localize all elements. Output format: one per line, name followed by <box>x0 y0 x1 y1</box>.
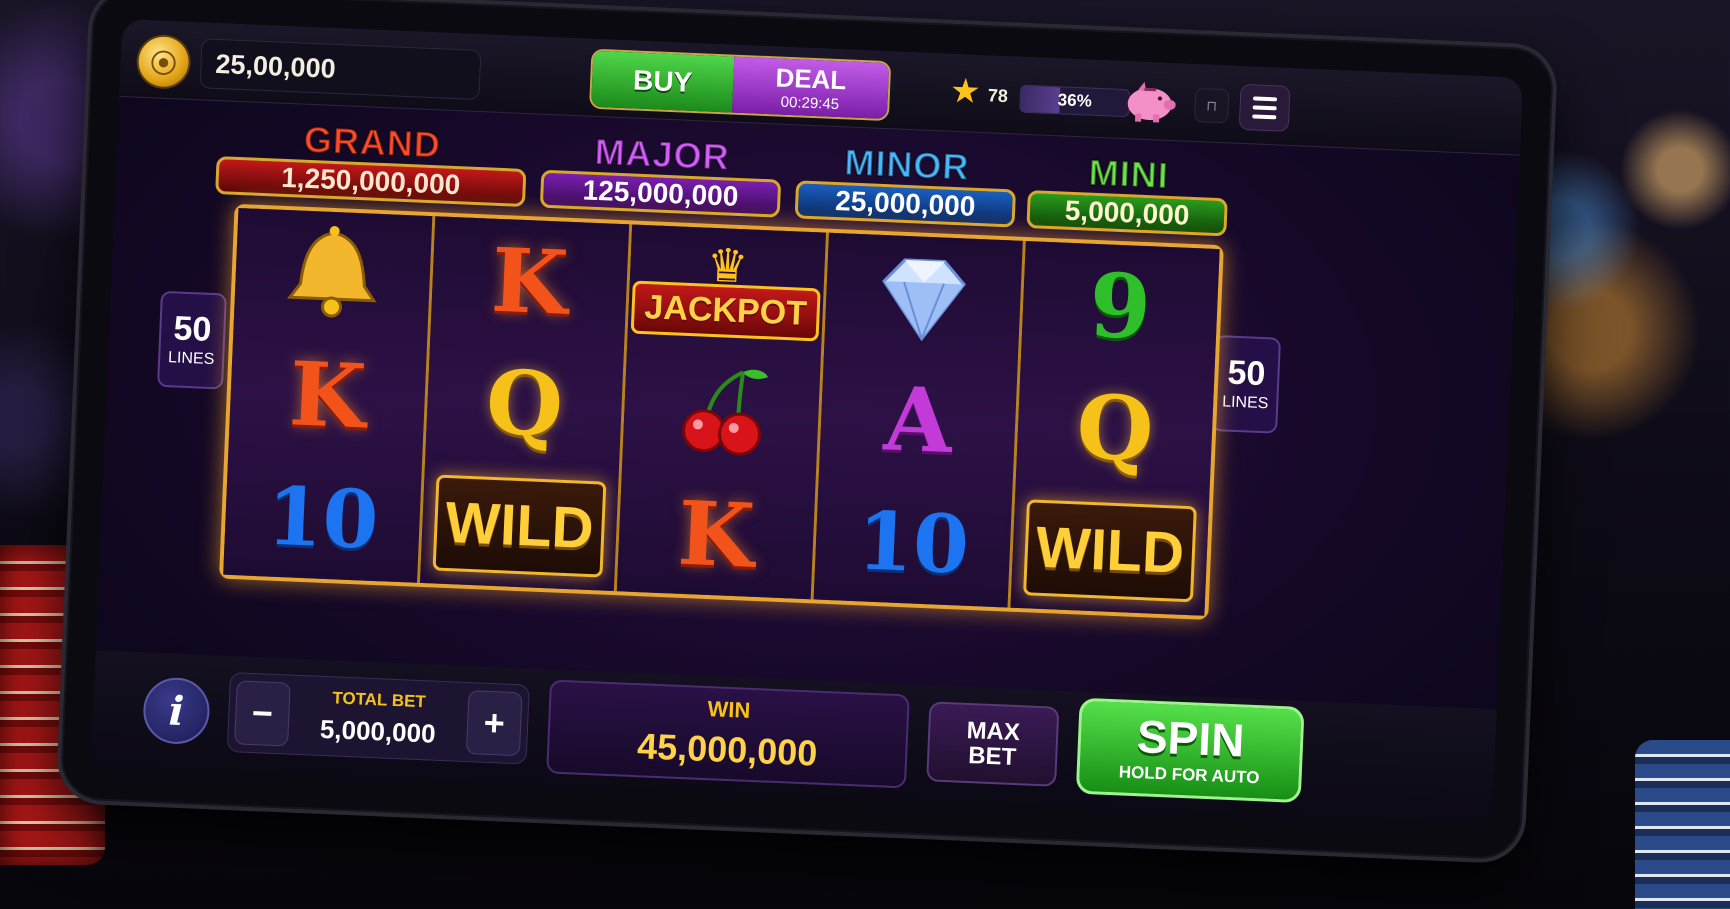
hamburger-menu-icon[interactable] <box>1238 83 1291 132</box>
win-display: WIN 45,000,000 <box>546 679 910 789</box>
reel-cell: Q <box>425 338 624 468</box>
symbol-wild: WILD <box>432 474 607 578</box>
small-settings-button[interactable]: ⊓ <box>1193 87 1230 124</box>
reel-cell: 9 <box>1021 241 1220 371</box>
reel-cell: 10 <box>814 477 1013 607</box>
max-bet-button[interactable]: MAX BET <box>926 701 1060 787</box>
slot-game-screen: ⦿ 25,00,000 BUY DEAL 00:29:45 ★ 78 36% ⊓… <box>90 18 1524 830</box>
reel-5: 9 Q WILD <box>1010 241 1220 616</box>
symbol-10: 10 <box>855 493 971 592</box>
level-progress-text: 36% <box>1057 90 1093 111</box>
reel-cell <box>622 347 821 477</box>
max-bet-label-line2: BET <box>967 742 1017 772</box>
star-icon: ★ <box>949 71 982 111</box>
jackpot-major-title: MAJOR <box>593 130 732 179</box>
total-bet-control: − TOTAL BET 5,000,000 + <box>226 672 530 765</box>
reel-cell: Q <box>1016 363 1215 493</box>
decrease-bet-button[interactable]: − <box>234 680 291 747</box>
casino-chips-stack-right <box>1635 740 1730 909</box>
total-bet-value: 5,000,000 <box>319 713 437 749</box>
reel-cell: 10 <box>223 452 422 582</box>
info-button[interactable]: i <box>142 676 211 746</box>
total-bet-label: TOTAL BET <box>331 687 427 711</box>
symbol-q: Q <box>1074 374 1156 482</box>
symbol-k: K <box>489 227 571 335</box>
jackpot-grand-value: 1,250,000,000 <box>215 156 527 207</box>
lines-label: LINES <box>167 349 215 369</box>
crown-icon: ♛ <box>705 238 750 293</box>
reel-cell: A <box>819 355 1018 485</box>
symbol-jackpot: ♛ JACKPOT <box>630 238 822 342</box>
reel-cell: K <box>430 216 629 346</box>
tablet-device: ⦿ 25,00,000 BUY DEAL 00:29:45 ★ 78 36% ⊓… <box>55 0 1559 865</box>
jackpot-mini-value: 5,000,000 <box>1026 190 1228 237</box>
symbol-10: 10 <box>265 468 381 567</box>
jackpot-minor-value: 25,000,000 <box>794 180 1017 228</box>
reel-cell <box>233 208 432 338</box>
star-count: 78 <box>987 85 1009 107</box>
win-value: 45,000,000 <box>636 725 819 774</box>
reel-cell: ♛ JACKPOT <box>627 225 826 355</box>
reel-cell: K <box>617 469 816 599</box>
jackpot-major: MAJOR 125,000,000 <box>539 130 783 218</box>
coin-icon: ⦿ <box>137 35 190 88</box>
spin-button[interactable]: SPIN HOLD FOR AUTO <box>1075 697 1305 804</box>
jackpot-symbol-label: JACKPOT <box>630 280 821 342</box>
diamond-icon <box>882 258 966 342</box>
win-label: WIN <box>707 696 751 723</box>
reel-cell: WILD <box>1010 485 1209 615</box>
buy-button[interactable]: BUY <box>591 50 735 113</box>
total-bet-display: TOTAL BET 5,000,000 <box>294 686 462 750</box>
increase-bet-button[interactable]: + <box>465 690 523 757</box>
lines-indicator-right: 50 LINES <box>1211 335 1282 434</box>
buy-deal-group: BUY DEAL 00:29:45 <box>589 48 892 122</box>
symbol-9: 9 <box>1087 252 1153 360</box>
jackpot-grand-title: GRAND <box>302 118 443 167</box>
reel-1: K 10 <box>223 208 436 583</box>
reel-4: A 10 <box>813 232 1026 608</box>
level-progress-bar: 36% <box>1019 84 1131 118</box>
jackpot-minor: MINOR 25,000,000 <box>794 140 1018 228</box>
wild-label: WILD <box>1034 515 1186 587</box>
symbol-k: K <box>287 341 369 449</box>
cherries-icon <box>682 370 768 457</box>
coin-balance: 25,00,000 <box>199 38 482 100</box>
jackpot-minor-title: MINOR <box>843 140 972 188</box>
max-bet-label-line1: MAX <box>966 716 1021 746</box>
deal-button[interactable]: DEAL 00:29:45 <box>731 56 890 120</box>
jackpot-grand: GRAND 1,250,000,000 <box>215 118 528 207</box>
symbol-wild: WILD <box>1023 499 1197 603</box>
jackpot-mini-title: MINI <box>1087 151 1171 197</box>
jackpot-mini: MINI 5,000,000 <box>1026 151 1229 237</box>
reel-2: K Q WILD <box>420 216 633 592</box>
spin-label: SPIN <box>1135 710 1246 767</box>
symbol-q: Q <box>484 350 566 458</box>
reel-3: ♛ JACKPOT K <box>616 224 830 600</box>
piggy-bank-icon[interactable] <box>1121 79 1179 125</box>
reel-cell: WILD <box>420 461 619 591</box>
lines-label: LINES <box>1221 393 1269 413</box>
reel-grid: K 10 K Q WILD ♛ JACKPOT K A 10 9 Q WILD <box>219 203 1224 620</box>
deal-timer: 00:29:45 <box>780 93 840 113</box>
symbol-k: K <box>675 480 757 588</box>
jackpot-major-value: 125,000,000 <box>539 169 782 218</box>
reel-cell <box>824 233 1023 363</box>
reel-cell: K <box>228 330 427 460</box>
lines-count: 50 <box>1226 353 1267 394</box>
deal-label: DEAL <box>774 61 847 95</box>
wild-label: WILD <box>444 490 595 562</box>
lines-count: 50 <box>172 309 213 349</box>
symbol-a: A <box>881 366 955 474</box>
lines-indicator-left: 50 LINES <box>156 290 227 390</box>
bell-icon <box>286 226 377 318</box>
bottom-bar: i − TOTAL BET 5,000,000 + WIN 45,000,000… <box>90 650 1497 830</box>
